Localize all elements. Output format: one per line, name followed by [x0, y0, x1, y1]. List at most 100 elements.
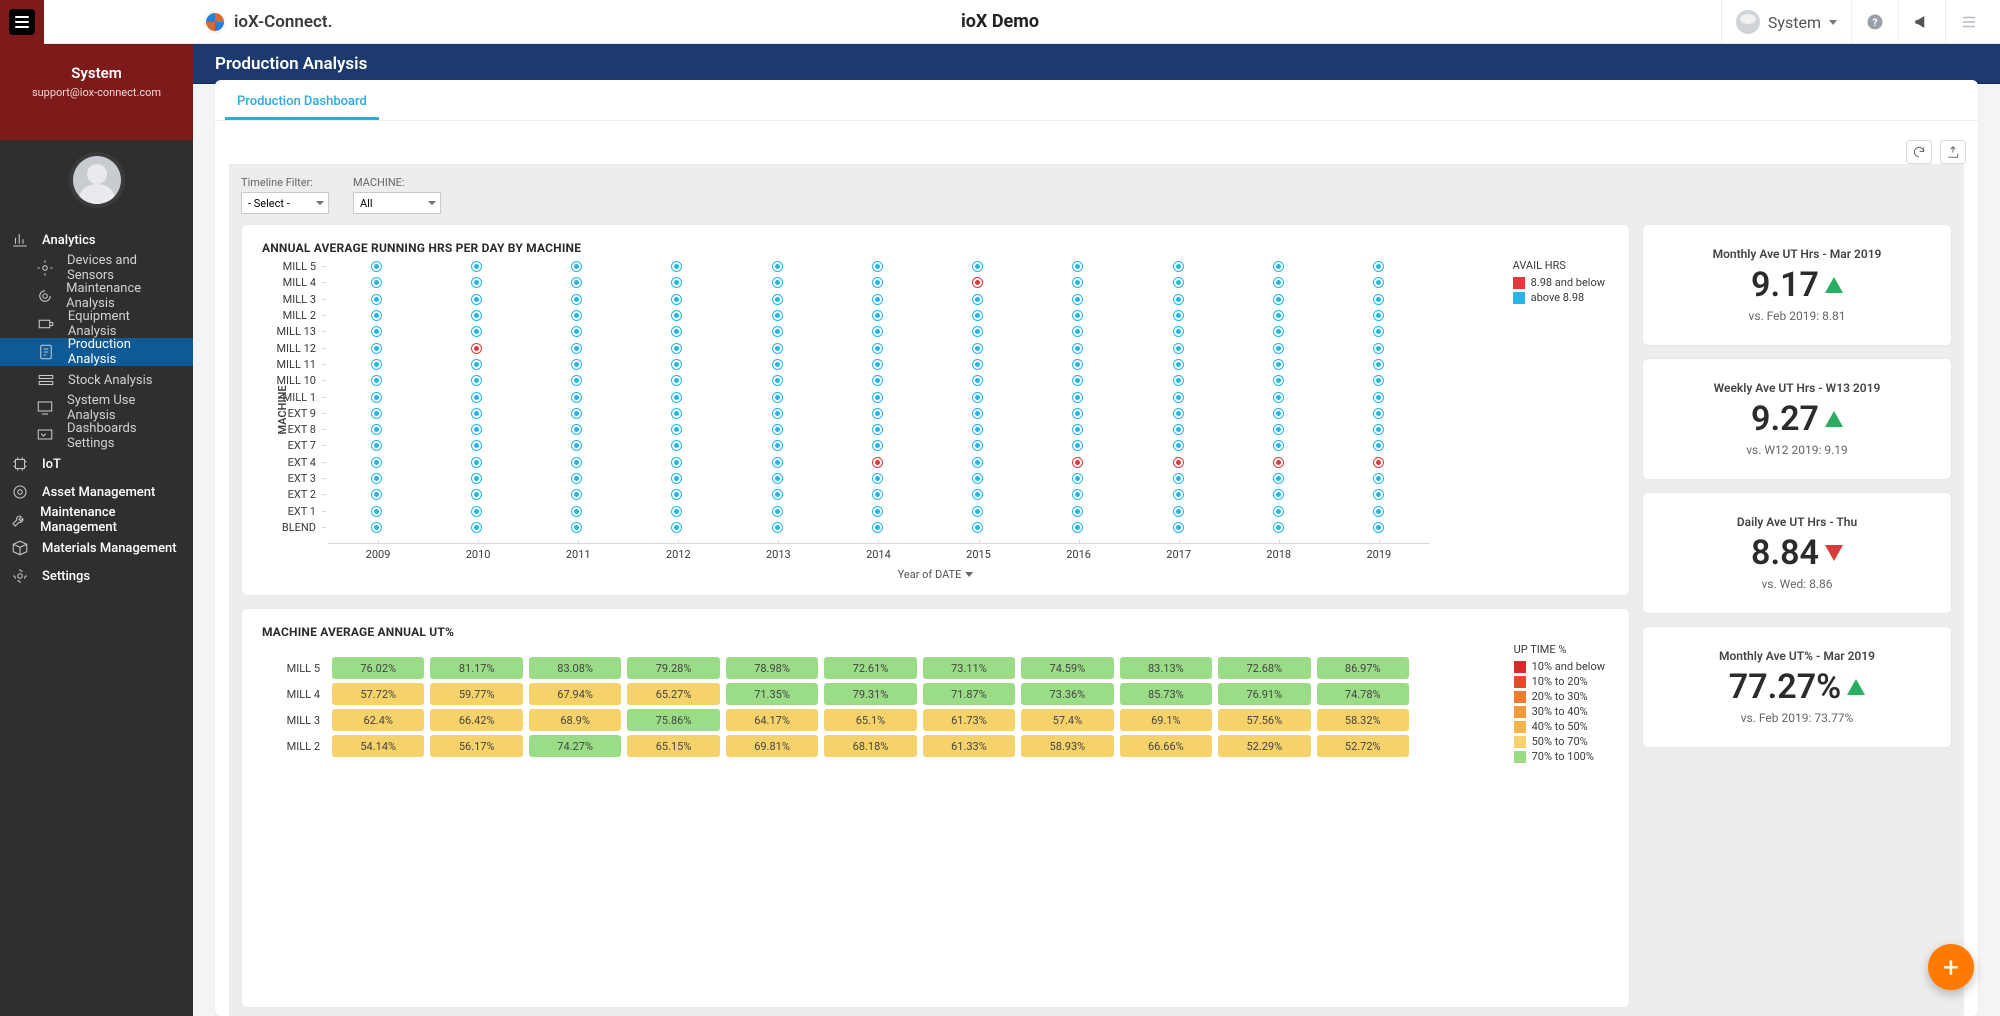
sidebar-item-stock-analysis[interactable]: Stock Analysis [0, 366, 193, 394]
heat-cell[interactable]: 73.36% [1021, 683, 1113, 705]
data-point[interactable] [1274, 278, 1283, 287]
data-point[interactable] [572, 360, 581, 369]
data-point[interactable] [372, 376, 381, 385]
data-point[interactable] [973, 327, 982, 336]
data-point[interactable] [1274, 458, 1283, 467]
data-point[interactable] [372, 311, 381, 320]
heat-cell[interactable]: 72.68% [1218, 657, 1310, 679]
data-point[interactable] [472, 295, 481, 304]
data-point[interactable] [372, 278, 381, 287]
heat-cell[interactable]: 65.15% [627, 735, 719, 757]
data-point[interactable] [1174, 295, 1183, 304]
data-point[interactable] [773, 344, 782, 353]
data-point[interactable] [873, 458, 882, 467]
heat-cell[interactable]: 56.17% [430, 735, 522, 757]
heat-cell[interactable]: 81.17% [430, 657, 522, 679]
data-point[interactable] [672, 376, 681, 385]
heat-cell[interactable]: 58.93% [1021, 735, 1113, 757]
data-point[interactable] [873, 311, 882, 320]
data-point[interactable] [672, 523, 681, 532]
data-point[interactable] [1274, 262, 1283, 271]
data-point[interactable] [873, 409, 882, 418]
machine-filter-select[interactable]: All [353, 192, 441, 214]
data-point[interactable] [1073, 409, 1082, 418]
heat-cell[interactable]: 76.02% [332, 657, 424, 679]
sidebar-item-analytics[interactable]: Analytics [0, 226, 193, 254]
data-point[interactable] [873, 360, 882, 369]
data-point[interactable] [773, 490, 782, 499]
data-point[interactable] [1174, 523, 1183, 532]
data-point[interactable] [472, 393, 481, 402]
heat-cell[interactable]: 74.78% [1317, 683, 1409, 705]
data-point[interactable] [1073, 327, 1082, 336]
data-point[interactable] [1274, 393, 1283, 402]
heat-cell[interactable]: 79.28% [627, 657, 719, 679]
data-point[interactable] [672, 425, 681, 434]
data-point[interactable] [1374, 295, 1383, 304]
data-point[interactable] [1174, 311, 1183, 320]
data-point[interactable] [1274, 490, 1283, 499]
data-point[interactable] [672, 360, 681, 369]
data-point[interactable] [1073, 490, 1082, 499]
data-point[interactable] [672, 458, 681, 467]
heat-cell[interactable]: 74.27% [529, 735, 621, 757]
data-point[interactable] [973, 295, 982, 304]
chevron-down-icon[interactable] [965, 572, 973, 577]
data-point[interactable] [572, 523, 581, 532]
sidebar-item-system-use-analysis[interactable]: System Use Analysis [0, 394, 193, 422]
refresh-button[interactable] [1906, 140, 1932, 164]
data-point[interactable] [873, 295, 882, 304]
data-point[interactable] [873, 376, 882, 385]
heat-cell[interactable]: 72.61% [824, 657, 916, 679]
data-point[interactable] [1274, 295, 1283, 304]
data-point[interactable] [472, 523, 481, 532]
timeline-filter-select[interactable]: - Select - [241, 192, 329, 214]
data-point[interactable] [1274, 409, 1283, 418]
data-point[interactable] [672, 327, 681, 336]
data-point[interactable] [472, 344, 481, 353]
data-point[interactable] [672, 311, 681, 320]
data-point[interactable] [773, 295, 782, 304]
heat-cell[interactable]: 71.87% [923, 683, 1015, 705]
data-point[interactable] [1274, 327, 1283, 336]
data-point[interactable] [372, 393, 381, 402]
heat-cell[interactable]: 66.66% [1120, 735, 1212, 757]
data-point[interactable] [572, 327, 581, 336]
heat-cell[interactable]: 62.4% [332, 709, 424, 731]
data-point[interactable] [672, 278, 681, 287]
data-point[interactable] [1274, 523, 1283, 532]
data-point[interactable] [572, 376, 581, 385]
data-point[interactable] [1073, 441, 1082, 450]
data-point[interactable] [773, 425, 782, 434]
data-point[interactable] [1374, 311, 1383, 320]
heat-cell[interactable]: 75.86% [627, 709, 719, 731]
data-point[interactable] [1073, 425, 1082, 434]
heat-cell[interactable]: 67.94% [529, 683, 621, 705]
data-point[interactable] [973, 262, 982, 271]
data-point[interactable] [1274, 507, 1283, 516]
data-point[interactable] [1374, 327, 1383, 336]
data-point[interactable] [1374, 393, 1383, 402]
data-point[interactable] [1374, 376, 1383, 385]
data-point[interactable] [572, 278, 581, 287]
sidebar-item-dashboards-settings[interactable]: Dashboards Settings [0, 422, 193, 450]
data-point[interactable] [1374, 425, 1383, 434]
data-point[interactable] [773, 474, 782, 483]
data-point[interactable] [773, 409, 782, 418]
data-point[interactable] [1174, 262, 1183, 271]
heat-cell[interactable]: 57.4% [1021, 709, 1113, 731]
data-point[interactable] [973, 441, 982, 450]
data-point[interactable] [372, 490, 381, 499]
sidebar-item-production-analysis[interactable]: Production Analysis [0, 338, 193, 366]
data-point[interactable] [973, 311, 982, 320]
fab-add[interactable]: + [1928, 944, 1974, 990]
data-point[interactable] [1374, 441, 1383, 450]
data-point[interactable] [1374, 490, 1383, 499]
data-point[interactable] [773, 393, 782, 402]
data-point[interactable] [1073, 376, 1082, 385]
menu-toggle[interactable] [0, 0, 44, 44]
data-point[interactable] [773, 441, 782, 450]
data-point[interactable] [372, 295, 381, 304]
data-point[interactable] [672, 409, 681, 418]
heat-cell[interactable]: 61.73% [923, 709, 1015, 731]
